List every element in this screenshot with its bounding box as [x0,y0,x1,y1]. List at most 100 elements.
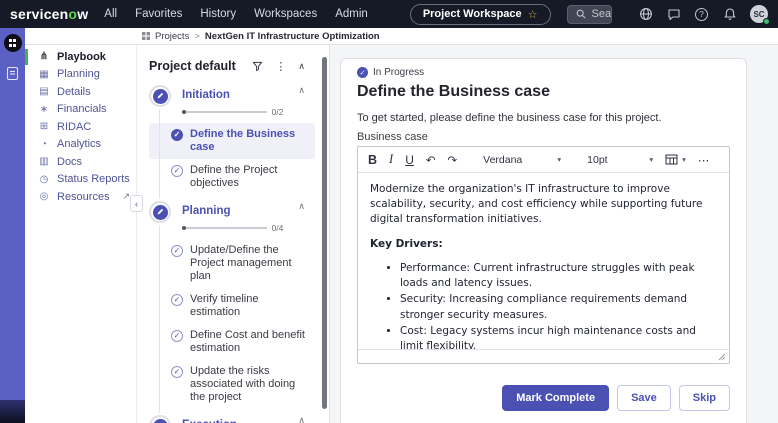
playbook-task-define-project-objectives[interactable]: ✓ Define the Project objectives [149,159,315,195]
progress-label: 0/4 [272,223,284,233]
projects-grid-icon [142,32,150,40]
underline-button[interactable]: U [405,153,414,167]
sidebar-item-docs[interactable]: ▥Docs [25,153,136,171]
toolbar-overflow-button[interactable]: ⋯ [698,153,711,167]
filter-icon[interactable] [252,61,263,72]
nav-admin[interactable]: Admin [335,8,368,20]
breadcrumb: Projects > NextGen IT Infrastructure Opt… [25,28,778,45]
nav-favorites[interactable]: Favorites [135,8,182,20]
resize-handle[interactable] [718,353,726,361]
list-item: Security: Increasing compliance requirem… [400,292,717,322]
mark-complete-button[interactable]: Mark Complete [502,385,609,411]
playbook-section-execution: Execution 0/3 ∧ ✓Track the progress of t… [149,415,329,423]
logo-accent: o [68,6,77,22]
search-input[interactable]: Search [568,6,612,23]
action-buttons: Mark Complete Save Skip [357,385,730,411]
nav-all[interactable]: All [104,8,117,20]
sidebar-collapse-button[interactable]: ‹ [130,195,143,212]
sidebar-item-resources[interactable]: ◎Resources↗ [25,188,136,206]
nav-workspaces[interactable]: Workspaces [254,8,317,20]
task-label: Define the Project objectives [190,164,311,190]
chevron-left-icon: ‹ [135,199,138,209]
logo-text-end: w [77,6,88,22]
breadcrumb-root[interactable]: Projects [155,31,189,42]
planning-icon: ▦ [38,69,50,80]
sidebar-item-label: Status Reports [57,173,130,185]
sidebar-item-label: Financials [57,103,107,115]
business-case-label: Business case [357,131,730,143]
status-label: In Progress [373,67,424,78]
task-label: Update the risks associated with doing t… [190,365,311,404]
sidebar-item-label: RIDAC [57,121,91,133]
italic-button[interactable]: I [389,152,393,167]
chevron-down-icon: ▾ [649,155,653,164]
sidebar-item-status-reports[interactable]: ◷ Status Reports [25,171,136,189]
redo-button[interactable]: ↷ [448,153,458,167]
section-progress: 0/4 [182,223,283,233]
logo-text: servicen [10,6,68,22]
app-launcher-icon[interactable] [4,34,22,52]
undo-button[interactable]: ↶ [426,153,436,167]
sidebar-item-ridac[interactable]: ⊞ RIDAC [25,118,136,136]
resources-icon: ◎ [38,191,50,202]
table-insert-button[interactable]: ▾ [665,154,686,165]
section-header[interactable]: Initiation 0/2 ∧ [149,85,329,117]
playbook-task-verify-timeline[interactable]: ✓Verify timeline estimation [149,288,315,324]
section-progress: 0/2 [182,107,283,117]
playbook-panel: Project default ⋮ ∧ Initiation 0/2 [137,45,330,423]
global-search[interactable]: Search ▾ [567,5,612,24]
sidebar-item-details[interactable]: ▤Details [25,83,136,101]
sidebar-item-playbook[interactable]: ⋔Playbook [25,48,136,66]
help-icon[interactable]: ? [694,7,709,22]
chevron-up-icon[interactable]: ∧ [298,415,305,423]
task-check-icon: ✓ [171,129,183,141]
rail-bottom-block [0,400,25,423]
analytics-icon: ◔ [38,139,50,150]
playbook-title: Project default [149,59,240,73]
sidebar-item-analytics[interactable]: ◔ Analytics [25,136,136,154]
font-size-select[interactable]: 10pt▾ [587,154,653,166]
bold-button[interactable]: B [368,153,377,167]
notifications-bell-icon[interactable] [722,7,737,22]
editor-content[interactable]: Modernize the organization's IT infrastr… [358,173,729,349]
sidebar-item-financials[interactable]: ∗Financials [25,101,136,119]
top-header: servicenow All Favorites History Workspa… [0,0,778,28]
user-avatar[interactable]: SC [750,5,768,23]
document-tab-icon[interactable] [6,66,19,81]
kebab-menu-icon[interactable]: ⋮ [275,60,286,73]
sidebar-item-planning[interactable]: ▦Planning [25,66,136,84]
status-reports-icon: ◷ [38,174,50,185]
chevron-up-icon[interactable]: ∧ [298,201,305,233]
skip-button[interactable]: Skip [679,385,730,411]
playbook-scrollbar[interactable] [322,57,327,409]
chat-icon[interactable] [666,7,681,22]
chevron-down-icon: ▾ [682,155,686,164]
playbook-task-cost-benefit[interactable]: ✓Define Cost and benefit estimation [149,324,315,360]
section-name: Planning [182,205,231,217]
section-header[interactable]: Execution 0/3 ∧ [149,415,329,423]
playbook-task-define-business-case[interactable]: ✓Define the Business case [149,123,315,159]
panel-collapse-icon[interactable]: ∧ [298,61,305,72]
save-button[interactable]: Save [617,385,671,411]
stage-pencil-icon [149,415,171,423]
app-rail [0,28,25,423]
favorite-star-icon[interactable]: ☆ [528,8,538,21]
nav-history[interactable]: History [200,8,236,20]
chevron-up-icon[interactable]: ∧ [298,85,305,117]
font-family-select[interactable]: Verdana▾ [483,154,561,166]
playbook-task-update-risks[interactable]: ✓Update the risks associated with doing … [149,360,315,409]
list-item: Cost: Legacy systems incur high maintena… [400,324,717,349]
sidebar-item-label: Analytics [57,138,101,150]
editor-statusbar [358,349,729,363]
in-progress-icon: ✓ [357,67,368,78]
playbook-task-update-define-plan[interactable]: ✓Update/Define the Project management pl… [149,239,315,288]
chevron-down-icon: ▾ [557,155,561,164]
globe-icon[interactable] [638,7,653,22]
section-connector [159,109,160,199]
workspace-pill[interactable]: Project Workspace ☆ [410,4,551,25]
playbook-icon: ⋔ [38,51,50,62]
ridac-icon: ⊞ [38,121,50,132]
task-check-icon: ✓ [171,165,183,177]
section-header[interactable]: Planning 0/4 ∧ [149,201,329,233]
section-name: Initiation [182,89,230,101]
